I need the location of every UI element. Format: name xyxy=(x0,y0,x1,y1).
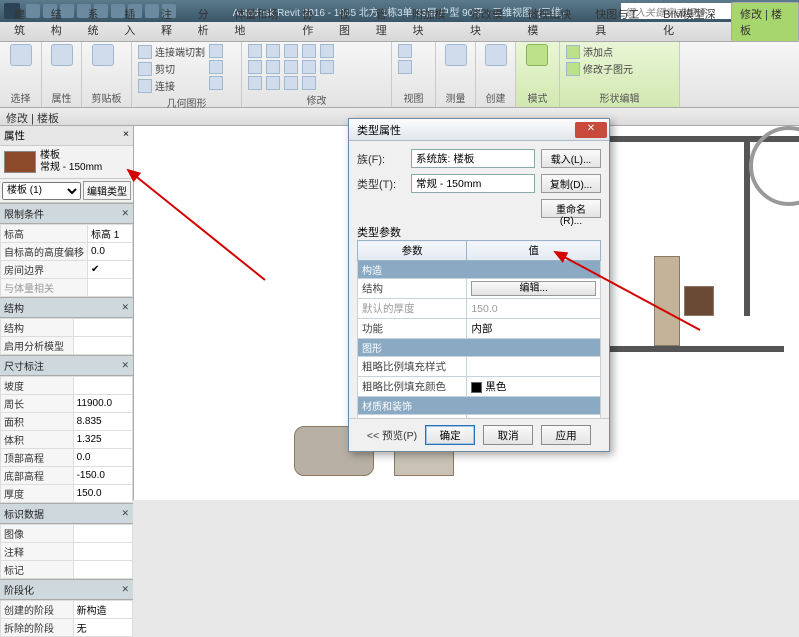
tab-annotate[interactable]: 注释 xyxy=(153,3,190,41)
paste-button[interactable] xyxy=(88,44,118,66)
properties-button[interactable] xyxy=(48,44,75,66)
ribbon-tabs: 建筑 结构 系统 插入 注释 分析 体量和场地 协作 视图 管理 附加模块 修改… xyxy=(0,22,799,42)
cope-button[interactable]: 连接端切割 xyxy=(138,44,205,59)
select-button[interactable] xyxy=(6,44,35,66)
ok-button[interactable]: 确定 xyxy=(425,425,475,445)
panel-create: 创建 xyxy=(476,42,516,107)
tab-collaborate[interactable]: 协作 xyxy=(294,3,331,41)
tab-ext3[interactable]: 快图与工具 xyxy=(587,3,655,41)
panel-modify: 修改 xyxy=(242,42,392,107)
tab-ext2[interactable]: 微视山快模 xyxy=(519,3,587,41)
panel-mode: 模式 xyxy=(516,42,560,107)
properties-palette: 属性 × 楼板 常规 - 150mm 楼板 (1) 编辑类型 限制条件✕ 标高标… xyxy=(0,126,134,500)
tab-view[interactable]: 视图 xyxy=(331,3,368,41)
panel-clipboard: 剪贴板 xyxy=(82,42,132,107)
panel-view: 视图 xyxy=(392,42,436,107)
section-identity[interactable]: 标识数据✕ xyxy=(0,503,133,524)
structure-edit-button[interactable]: 编辑... xyxy=(471,281,596,296)
section-structure[interactable]: 结构✕ xyxy=(0,297,133,318)
tab-massing[interactable]: 体量和场地 xyxy=(226,3,294,41)
panel-measure: 测量 xyxy=(436,42,476,107)
section-constraints[interactable]: 限制条件✕ xyxy=(0,203,133,224)
edit-type-button[interactable]: 编辑类型 xyxy=(83,181,131,200)
edit-boundary-button[interactable] xyxy=(522,44,552,66)
tab-modify-floors[interactable]: 修改 | 楼板 xyxy=(731,2,799,41)
tab-ext1[interactable]: 修改模块 xyxy=(462,3,519,41)
panel-geometry: 连接端切割 剪切 连接 几何图形 xyxy=(132,42,242,107)
cut-button[interactable]: 剪切 xyxy=(138,61,205,76)
type-params-table: 参数值 构造 结构编辑... 默认的厚度150.0 功能内部 图形 粗略比例填充… xyxy=(357,240,601,418)
section-dimensions[interactable]: 尺寸标注✕ xyxy=(0,355,133,376)
panel-select: 选择 xyxy=(0,42,42,107)
properties-close-icon[interactable]: × xyxy=(123,128,129,143)
tab-insert[interactable]: 插入 xyxy=(116,3,153,41)
tab-bim[interactable]: BIM模型深化 xyxy=(655,3,731,41)
measure-button[interactable] xyxy=(442,44,469,66)
ribbon: 选择 属性 剪贴板 连接端切割 剪切 连接 几何图形 修改 xyxy=(0,42,799,108)
type-properties-dialog: 类型属性 ✕ 族(F): 系统族: 楼板 载入(L)... 类型(T): 常规 … xyxy=(348,118,610,452)
section-phasing[interactable]: 阶段化✕ xyxy=(0,579,133,600)
tab-manage[interactable]: 管理 xyxy=(368,3,405,41)
coarse-color-cell[interactable]: 黑色 xyxy=(467,377,601,397)
preview-toggle[interactable]: << 预览(P) xyxy=(367,428,417,443)
family-combo[interactable]: 系统族: 楼板 xyxy=(411,149,535,168)
type-swatch xyxy=(4,151,36,173)
panel-shape: 添加点 修改子图元 形状编辑 xyxy=(560,42,680,107)
function-cell[interactable]: 内部 xyxy=(467,319,601,339)
rename-button[interactable]: 重命名(R)... xyxy=(541,199,601,218)
panel-properties: 属性 xyxy=(42,42,82,107)
dialog-title: 类型属性 xyxy=(357,122,401,138)
type-combo[interactable]: 常规 - 150mm xyxy=(411,174,535,193)
tab-systems[interactable]: 系统 xyxy=(79,3,116,41)
apply-button[interactable]: 应用 xyxy=(541,425,591,445)
tab-addins[interactable]: 附加模块 xyxy=(404,3,461,41)
cancel-button[interactable]: 取消 xyxy=(483,425,533,445)
type-selector[interactable]: 楼板 常规 - 150mm xyxy=(0,146,133,179)
load-button[interactable]: 载入(L)... xyxy=(541,149,601,168)
properties-title: 属性 xyxy=(4,128,25,143)
duplicate-button[interactable]: 复制(D)... xyxy=(541,174,601,193)
join-button[interactable]: 连接 xyxy=(138,78,205,93)
tab-architecture[interactable]: 建筑 xyxy=(6,3,43,41)
tab-analyze[interactable]: 分析 xyxy=(190,3,227,41)
tab-structure[interactable]: 结构 xyxy=(43,3,80,41)
create-button[interactable] xyxy=(482,44,509,66)
category-select[interactable]: 楼板 (1) xyxy=(2,182,81,200)
dialog-close-button[interactable]: ✕ xyxy=(575,122,607,138)
